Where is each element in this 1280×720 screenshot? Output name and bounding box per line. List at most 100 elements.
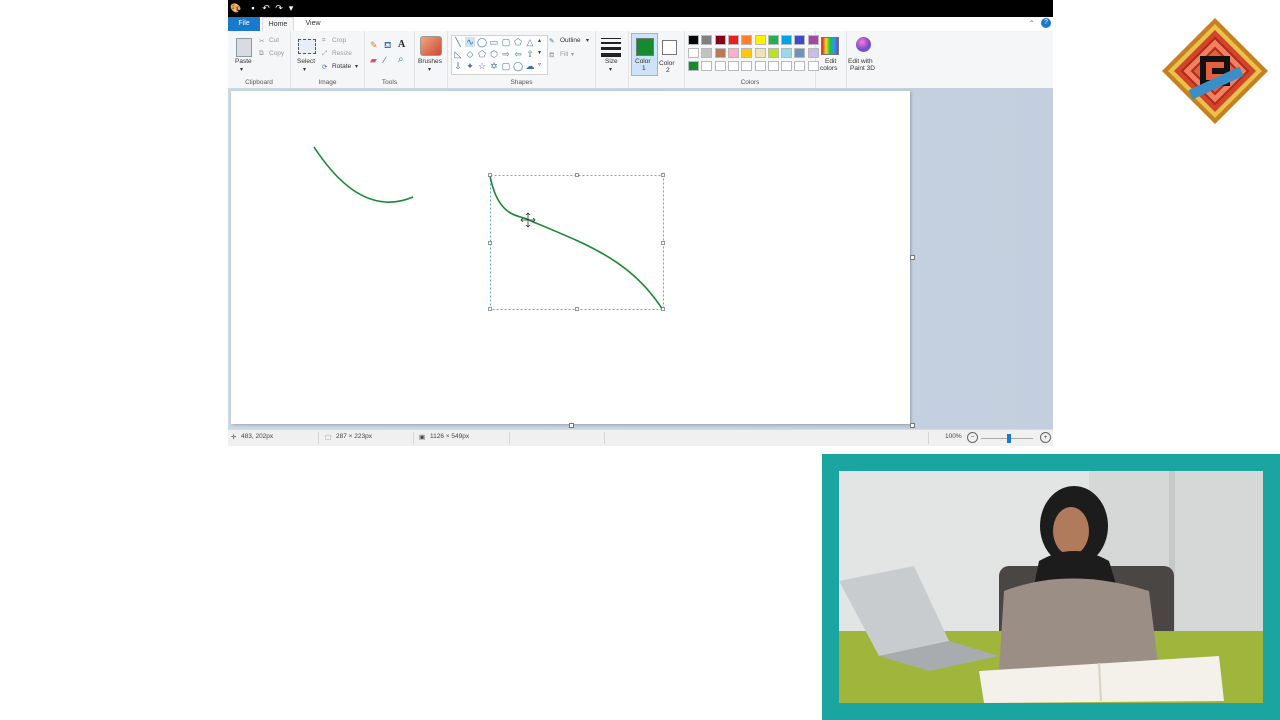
handle-top-mid[interactable]	[575, 173, 579, 177]
pentagon-shape-icon[interactable]: ⬠	[477, 49, 487, 59]
palette-swatch[interactable]	[714, 48, 726, 58]
pencil-icon[interactable]: ✎	[370, 40, 378, 51]
handle-top-left[interactable]	[488, 173, 492, 177]
brushes-icon[interactable]	[420, 36, 442, 56]
tab-file[interactable]: File	[228, 17, 260, 31]
palette-swatch[interactable]	[688, 61, 699, 71]
handle-bottom-mid[interactable]	[575, 307, 579, 311]
drawn-curve-2[interactable]	[489, 175, 664, 311]
color2-button[interactable]: Color 2	[658, 33, 683, 74]
five-point-star-shape-icon[interactable]: ☆	[477, 61, 487, 71]
brushes-button[interactable]: Brushes	[418, 58, 442, 65]
canvas-resize-handle-right[interactable]	[910, 255, 915, 260]
paint3d-icon[interactable]	[856, 37, 871, 52]
palette-swatch[interactable]	[754, 48, 766, 58]
paste-dropdown-icon[interactable]: ▾	[240, 66, 243, 73]
oval-shape-icon[interactable]: ◯	[477, 37, 487, 47]
palette-swatch[interactable]	[714, 61, 726, 71]
palette-swatch[interactable]	[767, 61, 779, 71]
curve-shape-icon[interactable]: ∿	[465, 37, 475, 47]
handle-bottom-left[interactable]	[488, 307, 492, 311]
undo-icon[interactable]: ↶	[261, 3, 271, 13]
fill-dropdown-icon[interactable]: ▾	[571, 51, 574, 58]
copy-button[interactable]: Copy	[269, 50, 284, 57]
palette-swatch[interactable]	[727, 35, 739, 45]
down-arrow-shape-icon[interactable]: ⇩	[453, 61, 463, 71]
redo-icon[interactable]: ↷	[274, 3, 284, 13]
handle-top-right[interactable]	[661, 173, 665, 177]
polygon-shape-icon[interactable]: ⬠	[513, 37, 523, 47]
eraser-icon[interactable]: ▰	[370, 55, 377, 66]
palette-swatch[interactable]	[714, 35, 726, 45]
palette-swatch[interactable]	[781, 35, 793, 45]
right-triangle-shape-icon[interactable]: ◺	[453, 49, 463, 59]
palette-swatch[interactable]	[701, 35, 713, 45]
callout-cloud-shape-icon[interactable]: ☁	[525, 61, 535, 71]
diamond-shape-icon[interactable]: ◇	[465, 49, 475, 59]
paint-app-icon[interactable]: 🎨	[230, 3, 241, 13]
fill-button[interactable]: Fill	[560, 51, 568, 58]
palette-swatch[interactable]	[767, 48, 779, 58]
customize-toolbar-icon[interactable]: ▾	[286, 3, 296, 13]
palette-swatch[interactable]	[688, 48, 699, 58]
palette-swatch[interactable]	[727, 48, 739, 58]
rotate-dropdown-icon[interactable]: ▾	[355, 63, 358, 70]
size-button[interactable]: Size	[605, 58, 618, 65]
crop-button[interactable]: Crop	[332, 37, 346, 44]
palette-swatch[interactable]	[781, 48, 793, 58]
shapes-scroll-down-icon[interactable]: ▾	[538, 49, 541, 56]
zoom-out-button[interactable]: −	[967, 432, 978, 443]
canvas-resize-handle-bottom[interactable]	[569, 423, 574, 428]
cut-button[interactable]: Cut	[269, 37, 279, 44]
paint3d-label-line1[interactable]: Edit with	[848, 58, 873, 65]
palette-swatch[interactable]	[794, 35, 806, 45]
select-dropdown-icon[interactable]: ▾	[303, 66, 306, 73]
rectangle-shape-icon[interactable]: ▭	[489, 37, 499, 47]
color1-button[interactable]: Color 1	[631, 33, 658, 76]
select-icon[interactable]	[298, 39, 316, 54]
callout-rounded-shape-icon[interactable]: ▢	[501, 61, 511, 71]
shapes-scroll-up-icon[interactable]: ▴	[538, 37, 541, 44]
magnifier-icon[interactable]: ⌕	[398, 54, 404, 65]
tab-view[interactable]: View	[298, 17, 328, 31]
palette-swatch[interactable]	[754, 35, 766, 45]
edit-colors-label-line1[interactable]: Edit	[825, 58, 836, 65]
handle-right-mid[interactable]	[661, 241, 665, 245]
left-arrow-shape-icon[interactable]: ⇦	[513, 49, 523, 59]
up-arrow-shape-icon[interactable]: ⇧	[525, 49, 535, 59]
paste-icon[interactable]	[236, 38, 252, 57]
selection-box[interactable]	[490, 175, 664, 310]
palette-swatch[interactable]	[727, 61, 739, 71]
size-dropdown-icon[interactable]: ▾	[609, 66, 612, 73]
palette-swatch[interactable]	[794, 48, 806, 58]
palette-swatch[interactable]	[701, 48, 713, 58]
four-point-star-shape-icon[interactable]: ✦	[465, 61, 475, 71]
brushes-dropdown-icon[interactable]: ▾	[428, 66, 431, 73]
palette-swatch[interactable]	[741, 48, 753, 58]
rounded-rectangle-shape-icon[interactable]: ▢	[501, 37, 511, 47]
paint3d-label-line2[interactable]: Paint 3D	[850, 65, 875, 72]
zoom-in-button[interactable]: +	[1040, 432, 1051, 443]
handle-left-mid[interactable]	[488, 241, 492, 245]
edit-colors-label-line2[interactable]: colors	[820, 65, 837, 72]
paste-button[interactable]: Paste	[235, 58, 252, 65]
palette-swatch[interactable]	[767, 35, 779, 45]
shapes-expand-icon[interactable]: ▿	[538, 61, 541, 68]
rotate-button[interactable]: Rotate	[332, 63, 351, 70]
resize-button[interactable]: Resize	[332, 50, 352, 57]
minimize-ribbon-icon[interactable]: ⌃	[1028, 19, 1035, 28]
palette-swatch[interactable]	[701, 61, 713, 71]
callout-oval-shape-icon[interactable]: ◯	[513, 61, 523, 71]
fill-bucket-icon[interactable]: ⛾	[384, 40, 391, 52]
edit-colors-icon[interactable]	[821, 37, 839, 55]
palette-swatch[interactable]	[741, 61, 753, 71]
palette-swatch[interactable]	[741, 35, 753, 45]
help-icon[interactable]: ?	[1041, 18, 1051, 28]
color-picker-icon[interactable]: ⁄	[384, 55, 386, 65]
palette-swatch[interactable]	[781, 61, 793, 71]
text-tool-icon[interactable]: A	[398, 39, 405, 50]
palette-swatch[interactable]	[688, 35, 699, 45]
drawing-canvas[interactable]	[231, 91, 915, 428]
six-point-star-shape-icon[interactable]: ✡	[489, 61, 499, 71]
canvas-resize-handle-corner[interactable]	[910, 423, 915, 428]
